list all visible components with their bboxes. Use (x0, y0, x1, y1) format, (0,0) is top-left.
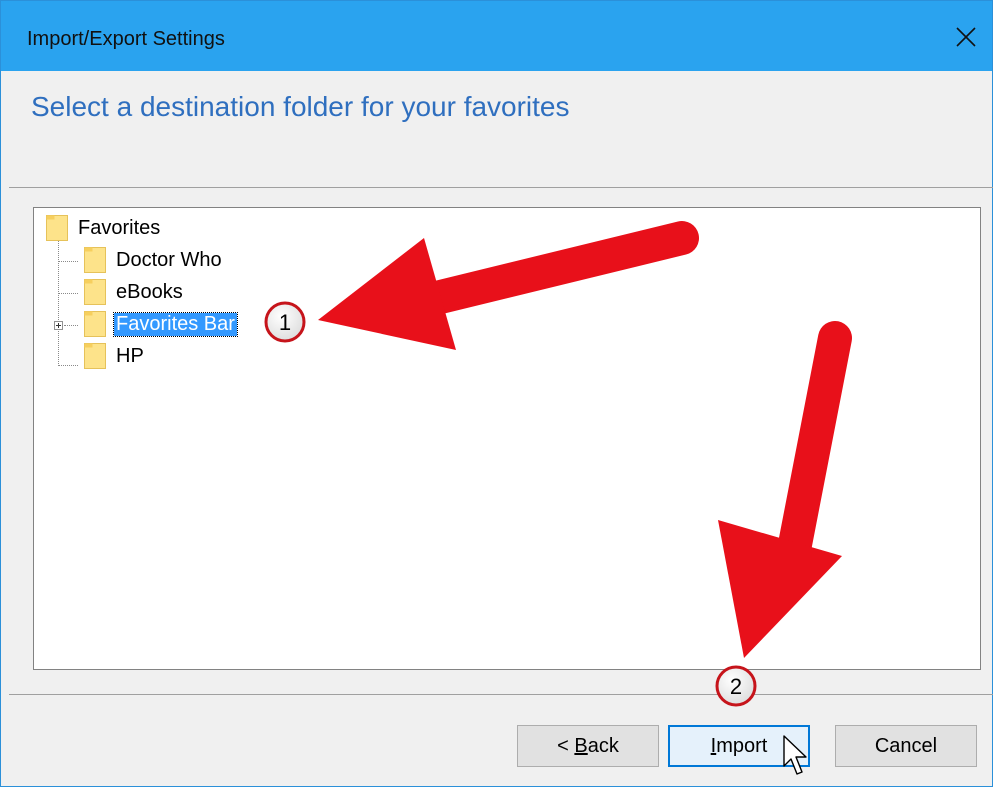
tree-node-root[interactable]: Favorites (46, 214, 162, 242)
import-button-rest: mport (716, 734, 768, 757)
tree-node-label: Favorites (78, 216, 161, 239)
import-export-settings-dialog: Import/Export Settings Select a destinat… (0, 0, 993, 787)
back-button-rest: ack (587, 734, 619, 757)
back-button[interactable]: < Back (517, 725, 659, 767)
folder-icon (46, 215, 68, 241)
expand-toggle-favorites-bar[interactable] (54, 321, 63, 330)
folder-icon (84, 279, 106, 305)
folder-tree[interactable]: Favorites Doctor Who eBooks Favorites Ba… (33, 207, 981, 670)
folder-icon (84, 343, 106, 369)
tree-node-hp[interactable]: HP (84, 342, 146, 370)
tree-connector (58, 261, 78, 262)
import-button[interactable]: Import (668, 725, 810, 767)
tree-connector (58, 293, 78, 294)
tree-connector (64, 325, 78, 326)
tree-connector (58, 365, 78, 366)
back-button-prefix: < (557, 734, 575, 757)
tree-node-label-selected: Favorites Bar (113, 311, 238, 337)
tree-node-ebooks[interactable]: eBooks (84, 278, 185, 306)
tree-node-favorites-bar[interactable]: Favorites Bar (84, 310, 238, 338)
footer-divider (9, 694, 993, 695)
title-bar: Import/Export Settings (1, 1, 992, 71)
tree-node-label: eBooks (116, 280, 183, 303)
cancel-button-label: Cancel (874, 734, 938, 757)
tree-node-doctor-who[interactable]: Doctor Who (84, 246, 224, 274)
folder-icon (84, 311, 106, 337)
folder-icon (84, 247, 106, 273)
tree-node-label: HP (116, 344, 144, 367)
cancel-button[interactable]: Cancel (835, 725, 977, 767)
back-button-mnemonic: B (574, 734, 588, 757)
dialog-title: Import/Export Settings (27, 28, 225, 50)
dialog-header: Select a destination folder for your fav… (1, 71, 992, 187)
tree-connector (58, 238, 59, 366)
close-button[interactable] (948, 19, 984, 55)
page-heading: Select a destination folder for your fav… (31, 91, 570, 122)
close-icon (956, 27, 976, 47)
header-divider (9, 187, 993, 188)
tree-node-label: Doctor Who (116, 248, 222, 271)
